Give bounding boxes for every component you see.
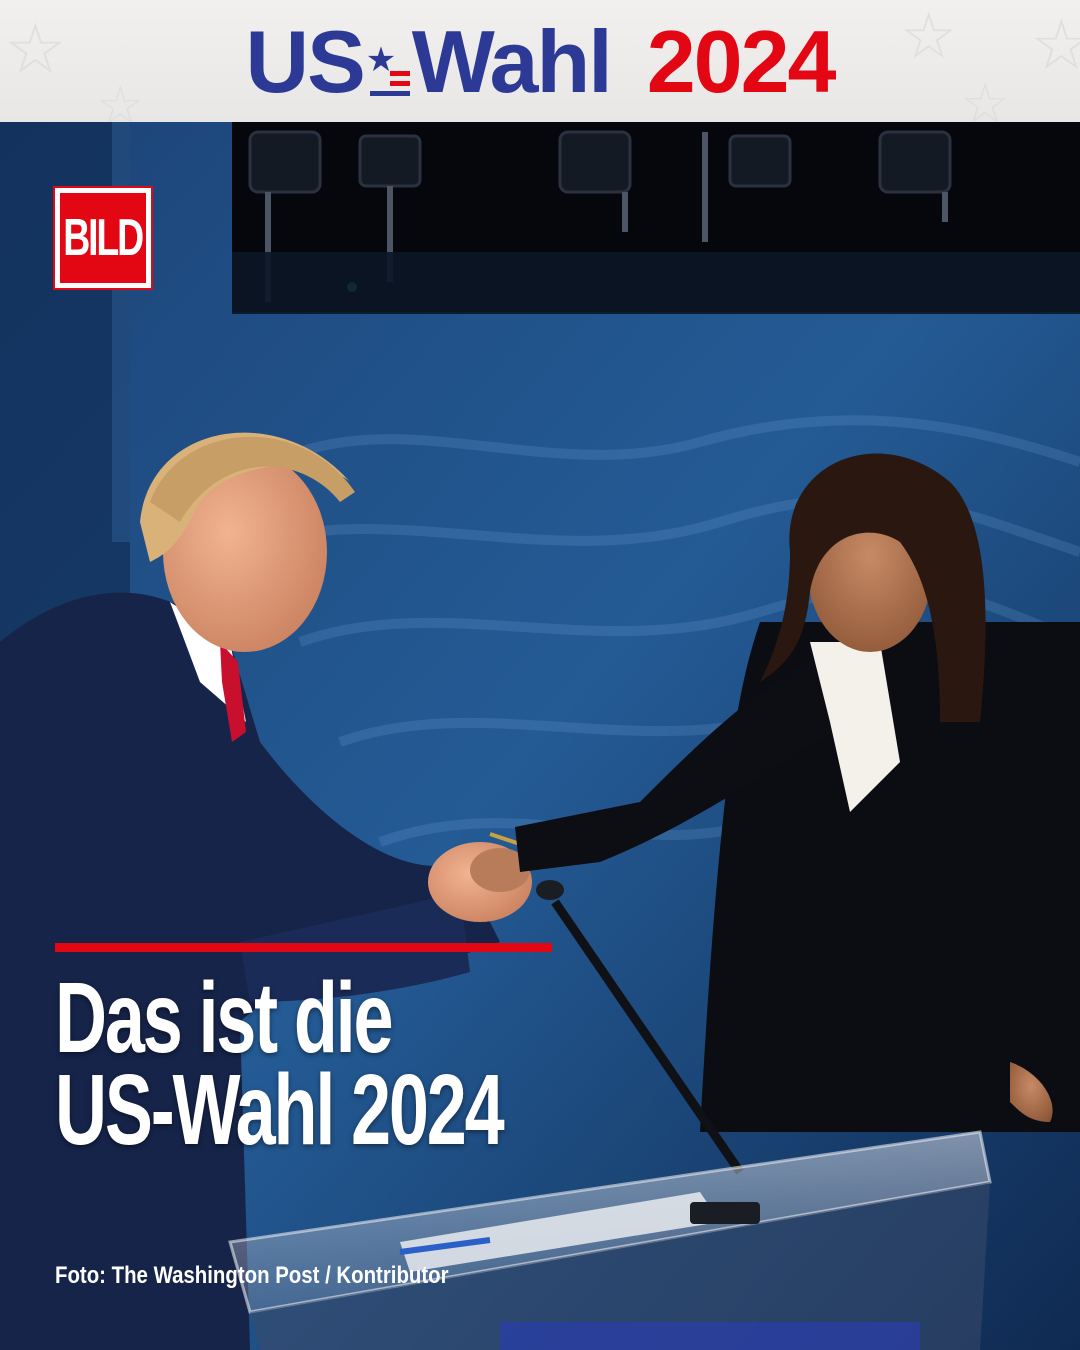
star-stripes-icon: ★: [366, 37, 410, 101]
headline-rule: [55, 943, 552, 952]
header-banner: ☆ ☆ ☆ ☆ ☆ US ★ Wahl 2024: [0, 0, 1080, 122]
photo-credit: Foto: The Washington Post / Kontributor: [55, 1262, 449, 1289]
headline-line-1: Das ist die: [55, 962, 394, 1074]
headline: Das ist die US-Wahl 2024: [55, 962, 516, 1166]
header-title-us: US: [245, 12, 366, 111]
post-card: ☆ ☆ ☆ ☆ ☆ US ★ Wahl 2024 BILD Das ist di…: [0, 0, 1080, 1350]
header-title: US ★ Wahl 2024: [0, 14, 1080, 110]
headline-line-2: US-Wahl 2024: [55, 1054, 505, 1166]
bild-logo: BILD: [53, 186, 153, 290]
header-title-wahl: Wahl: [411, 12, 613, 111]
bild-logo-text: BILD: [63, 209, 145, 267]
header-title-year: 2024: [646, 12, 837, 111]
